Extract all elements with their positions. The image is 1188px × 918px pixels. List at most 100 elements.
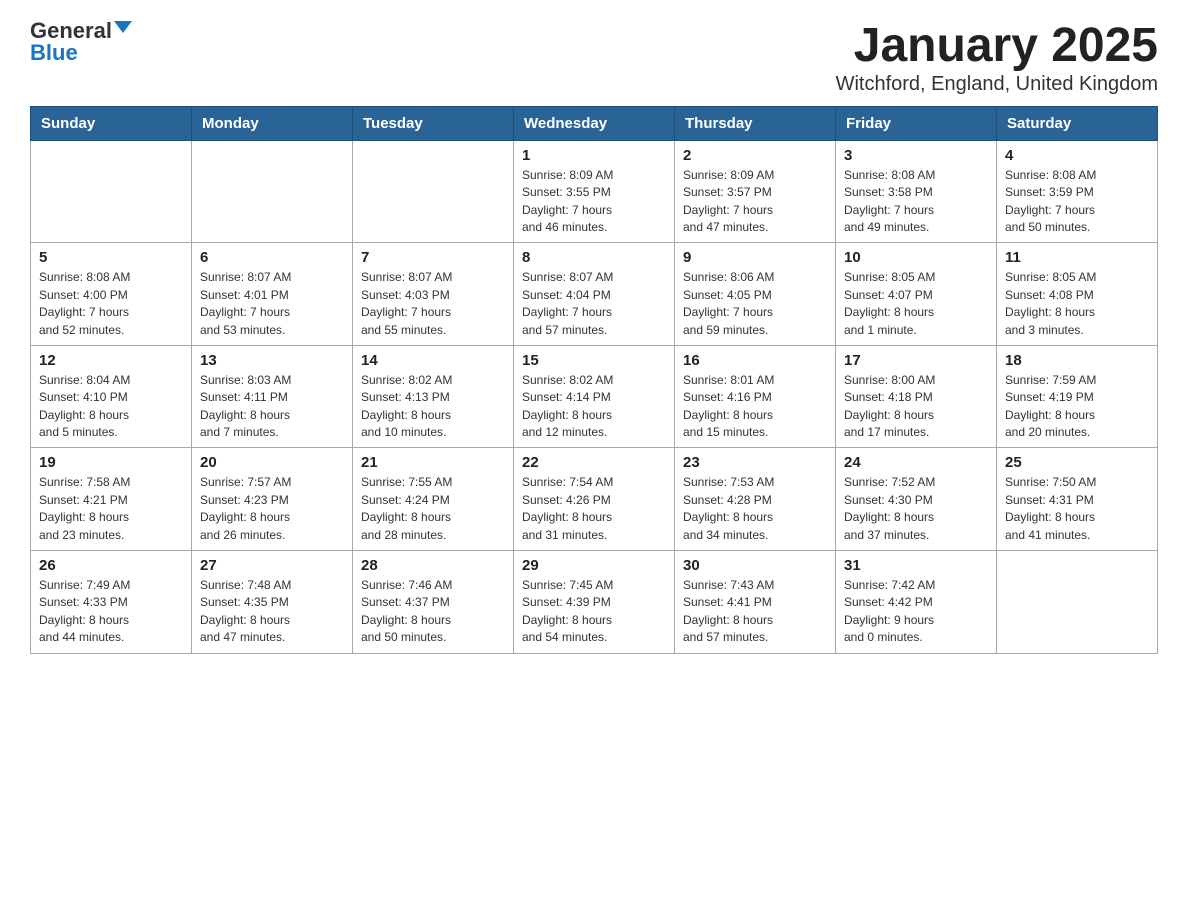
day-number: 7 xyxy=(361,249,505,266)
calendar-cell: 7 Sunrise: 8:07 AM Sunset: 4:03 PM Daylig… xyxy=(353,243,514,346)
calendar-cell: 4 Sunrise: 8:08 AM Sunset: 3:59 PM Daylig… xyxy=(997,140,1158,243)
logo-general: General xyxy=(30,20,112,42)
day-info: Sunrise: 7:50 AM Sunset: 4:31 PM Dayligh… xyxy=(1005,474,1149,544)
calendar-cell: 20 Sunrise: 7:57 AM Sunset: 4:23 PM Dayli… xyxy=(192,448,353,551)
week-row-5: 26 Sunrise: 7:49 AM Sunset: 4:33 PM Dayli… xyxy=(31,551,1158,654)
day-info: Sunrise: 8:04 AM Sunset: 4:10 PM Dayligh… xyxy=(39,372,183,442)
day-info: Sunrise: 7:59 AM Sunset: 4:19 PM Dayligh… xyxy=(1005,372,1149,442)
calendar-body: 1Sunrise: 8:09 AM Sunset: 3:55 PM Daylig… xyxy=(31,140,1158,653)
calendar-header: SundayMondayTuesdayWednesdayThursdayFrid… xyxy=(31,106,1158,140)
day-number: 2 xyxy=(683,147,827,164)
day-info: Sunrise: 8:05 AM Sunset: 4:08 PM Dayligh… xyxy=(1005,269,1149,339)
calendar-cell: 30Sunrise: 7:43 AM Sunset: 4:41 PM Dayli… xyxy=(675,551,836,654)
calendar-cell: 24Sunrise: 7:52 AM Sunset: 4:30 PM Dayli… xyxy=(836,448,997,551)
day-info: Sunrise: 7:58 AM Sunset: 4:21 PM Dayligh… xyxy=(39,474,183,544)
day-number: 31 xyxy=(844,557,988,574)
logo-triangle-icon xyxy=(114,21,132,33)
day-number: 30 xyxy=(683,557,827,574)
calendar-cell: 14Sunrise: 8:02 AM Sunset: 4:13 PM Dayli… xyxy=(353,345,514,448)
day-number: 25 xyxy=(1005,454,1149,471)
day-number: 26 xyxy=(39,557,183,574)
day-info: Sunrise: 7:55 AM Sunset: 4:24 PM Dayligh… xyxy=(361,474,505,544)
day-info: Sunrise: 8:01 AM Sunset: 4:16 PM Dayligh… xyxy=(683,372,827,442)
day-info: Sunrise: 8:07 AM Sunset: 4:01 PM Dayligh… xyxy=(200,269,344,339)
week-row-1: 1Sunrise: 8:09 AM Sunset: 3:55 PM Daylig… xyxy=(31,140,1158,243)
calendar-cell: 17Sunrise: 8:00 AM Sunset: 4:18 PM Dayli… xyxy=(836,345,997,448)
calendar-cell: 28Sunrise: 7:46 AM Sunset: 4:37 PM Dayli… xyxy=(353,551,514,654)
logo: General Blue xyxy=(30,20,132,64)
day-header-thursday: Thursday xyxy=(675,106,836,140)
day-info: Sunrise: 7:42 AM Sunset: 4:42 PM Dayligh… xyxy=(844,577,988,647)
calendar-cell: 23Sunrise: 7:53 AM Sunset: 4:28 PM Dayli… xyxy=(675,448,836,551)
calendar-cell xyxy=(192,140,353,243)
logo-blue: Blue xyxy=(30,42,78,64)
day-info: Sunrise: 8:07 AM Sunset: 4:03 PM Dayligh… xyxy=(361,269,505,339)
calendar-cell: 15 Sunrise: 8:02 AM Sunset: 4:14 PM Dayli… xyxy=(514,345,675,448)
calendar-cell xyxy=(997,551,1158,654)
calendar-cell: 10Sunrise: 8:05 AM Sunset: 4:07 PM Dayli… xyxy=(836,243,997,346)
day-info: Sunrise: 7:49 AM Sunset: 4:33 PM Dayligh… xyxy=(39,577,183,647)
day-number: 8 xyxy=(522,249,666,266)
day-info: Sunrise: 8:07 AM Sunset: 4:04 PM Dayligh… xyxy=(522,269,666,339)
day-number: 4 xyxy=(1005,147,1149,164)
day-number: 27 xyxy=(200,557,344,574)
calendar-cell: 26 Sunrise: 7:49 AM Sunset: 4:33 PM Dayli… xyxy=(31,551,192,654)
calendar-cell: 2 Sunrise: 8:09 AM Sunset: 3:57 PM Daylig… xyxy=(675,140,836,243)
calendar-cell: 19 Sunrise: 7:58 AM Sunset: 4:21 PM Dayli… xyxy=(31,448,192,551)
week-row-4: 19 Sunrise: 7:58 AM Sunset: 4:21 PM Dayli… xyxy=(31,448,1158,551)
day-info: Sunrise: 8:09 AM Sunset: 3:57 PM Dayligh… xyxy=(683,167,827,237)
calendar-table: SundayMondayTuesdayWednesdayThursdayFrid… xyxy=(30,106,1158,654)
day-info: Sunrise: 8:05 AM Sunset: 4:07 PM Dayligh… xyxy=(844,269,988,339)
day-header-sunday: Sunday xyxy=(31,106,192,140)
calendar-cell: 18 Sunrise: 7:59 AM Sunset: 4:19 PM Dayli… xyxy=(997,345,1158,448)
day-number: 11 xyxy=(1005,249,1149,266)
day-info: Sunrise: 7:57 AM Sunset: 4:23 PM Dayligh… xyxy=(200,474,344,544)
day-info: Sunrise: 8:03 AM Sunset: 4:11 PM Dayligh… xyxy=(200,372,344,442)
calendar-cell: 16 Sunrise: 8:01 AM Sunset: 4:16 PM Dayli… xyxy=(675,345,836,448)
calendar-cell: 29 Sunrise: 7:45 AM Sunset: 4:39 PM Dayli… xyxy=(514,551,675,654)
calendar-cell: 3Sunrise: 8:08 AM Sunset: 3:58 PM Daylig… xyxy=(836,140,997,243)
calendar-title: January 2025 xyxy=(836,20,1158,73)
week-row-3: 12 Sunrise: 8:04 AM Sunset: 4:10 PM Dayli… xyxy=(31,345,1158,448)
day-number: 24 xyxy=(844,454,988,471)
calendar-cell: 11 Sunrise: 8:05 AM Sunset: 4:08 PM Dayli… xyxy=(997,243,1158,346)
calendar-cell: 8 Sunrise: 8:07 AM Sunset: 4:04 PM Daylig… xyxy=(514,243,675,346)
day-number: 15 xyxy=(522,352,666,369)
calendar-cell: 12 Sunrise: 8:04 AM Sunset: 4:10 PM Dayli… xyxy=(31,345,192,448)
calendar-cell: 25 Sunrise: 7:50 AM Sunset: 4:31 PM Dayli… xyxy=(997,448,1158,551)
day-number: 13 xyxy=(200,352,344,369)
calendar-cell: 27 Sunrise: 7:48 AM Sunset: 4:35 PM Dayli… xyxy=(192,551,353,654)
day-info: Sunrise: 8:06 AM Sunset: 4:05 PM Dayligh… xyxy=(683,269,827,339)
day-info: Sunrise: 7:54 AM Sunset: 4:26 PM Dayligh… xyxy=(522,474,666,544)
day-number: 18 xyxy=(1005,352,1149,369)
day-number: 20 xyxy=(200,454,344,471)
calendar-cell: 21 Sunrise: 7:55 AM Sunset: 4:24 PM Dayli… xyxy=(353,448,514,551)
day-number: 29 xyxy=(522,557,666,574)
day-info: Sunrise: 8:09 AM Sunset: 3:55 PM Dayligh… xyxy=(522,167,666,237)
day-header-saturday: Saturday xyxy=(997,106,1158,140)
day-info: Sunrise: 8:02 AM Sunset: 4:14 PM Dayligh… xyxy=(522,372,666,442)
day-info: Sunrise: 7:46 AM Sunset: 4:37 PM Dayligh… xyxy=(361,577,505,647)
day-number: 19 xyxy=(39,454,183,471)
day-info: Sunrise: 7:48 AM Sunset: 4:35 PM Dayligh… xyxy=(200,577,344,647)
day-number: 14 xyxy=(361,352,505,369)
day-info: Sunrise: 8:08 AM Sunset: 3:59 PM Dayligh… xyxy=(1005,167,1149,237)
day-number: 22 xyxy=(522,454,666,471)
calendar-subtitle: Witchford, England, United Kingdom xyxy=(836,73,1158,96)
day-header-wednesday: Wednesday xyxy=(514,106,675,140)
day-number: 21 xyxy=(361,454,505,471)
day-number: 5 xyxy=(39,249,183,266)
day-header-tuesday: Tuesday xyxy=(353,106,514,140)
week-row-2: 5Sunrise: 8:08 AM Sunset: 4:00 PM Daylig… xyxy=(31,243,1158,346)
day-info: Sunrise: 8:00 AM Sunset: 4:18 PM Dayligh… xyxy=(844,372,988,442)
calendar-cell: 6Sunrise: 8:07 AM Sunset: 4:01 PM Daylig… xyxy=(192,243,353,346)
calendar-cell xyxy=(353,140,514,243)
day-info: Sunrise: 7:45 AM Sunset: 4:39 PM Dayligh… xyxy=(522,577,666,647)
page-header: General Blue January 2025 Witchford, Eng… xyxy=(30,20,1158,96)
day-number: 16 xyxy=(683,352,827,369)
calendar-cell: 31 Sunrise: 7:42 AM Sunset: 4:42 PM Dayli… xyxy=(836,551,997,654)
calendar-cell xyxy=(31,140,192,243)
calendar-cell: 22 Sunrise: 7:54 AM Sunset: 4:26 PM Dayli… xyxy=(514,448,675,551)
day-number: 12 xyxy=(39,352,183,369)
day-number: 3 xyxy=(844,147,988,164)
